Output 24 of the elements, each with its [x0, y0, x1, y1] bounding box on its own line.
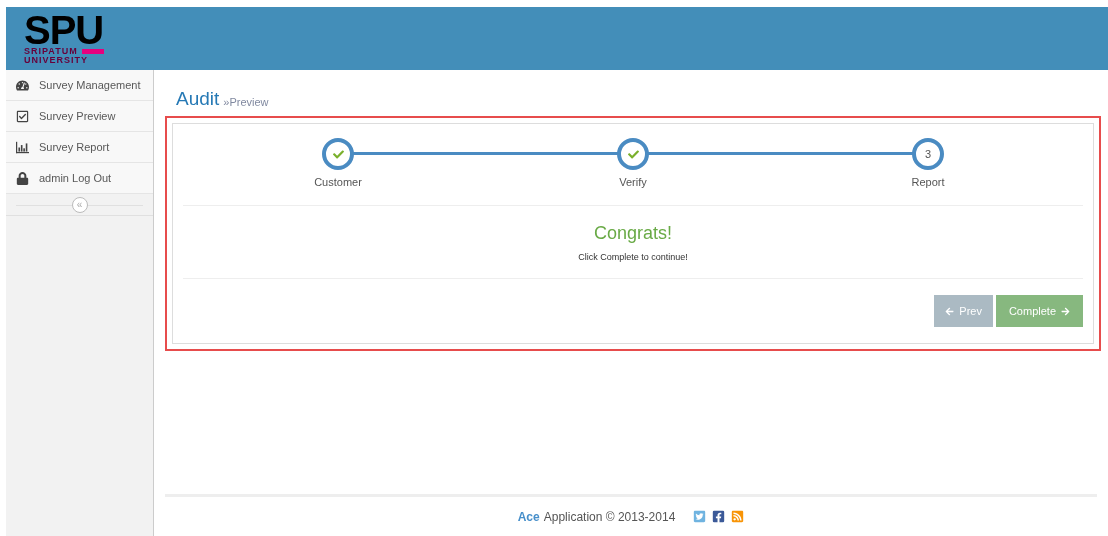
step-label: Verify	[619, 175, 647, 190]
step-label: Customer	[314, 175, 362, 190]
footer-brand: Ace	[517, 508, 540, 526]
sidebar-item[interactable]: Survey Preview	[6, 101, 153, 132]
sidebar-item[interactable]: Survey Report	[6, 132, 153, 163]
lock-icon	[16, 171, 29, 185]
arrow-left-icon	[945, 306, 955, 316]
check-icon	[332, 148, 344, 160]
footer-copyright: Application © 2013-2014	[543, 508, 676, 526]
facebook-icon[interactable]	[712, 510, 726, 523]
success-heading: Congrats!	[593, 221, 672, 245]
checkbox-icon	[16, 109, 29, 123]
rss-icon[interactable]	[731, 510, 745, 523]
sidebar-item[interactable]: Survey Management	[6, 70, 153, 101]
check-icon	[627, 148, 639, 160]
bar-chart-icon	[16, 140, 29, 154]
sidebar-item[interactable]: admin Log Out	[6, 163, 153, 194]
page-subtitle: »Preview	[223, 97, 269, 108]
step-label: Report	[911, 175, 945, 190]
page-title: Audit	[176, 89, 220, 108]
arrow-right-icon	[1061, 306, 1070, 316]
instruction-text: Click Complete to continue!	[578, 250, 688, 264]
dashboard-icon	[16, 78, 29, 92]
twitter-icon[interactable]	[693, 510, 707, 523]
